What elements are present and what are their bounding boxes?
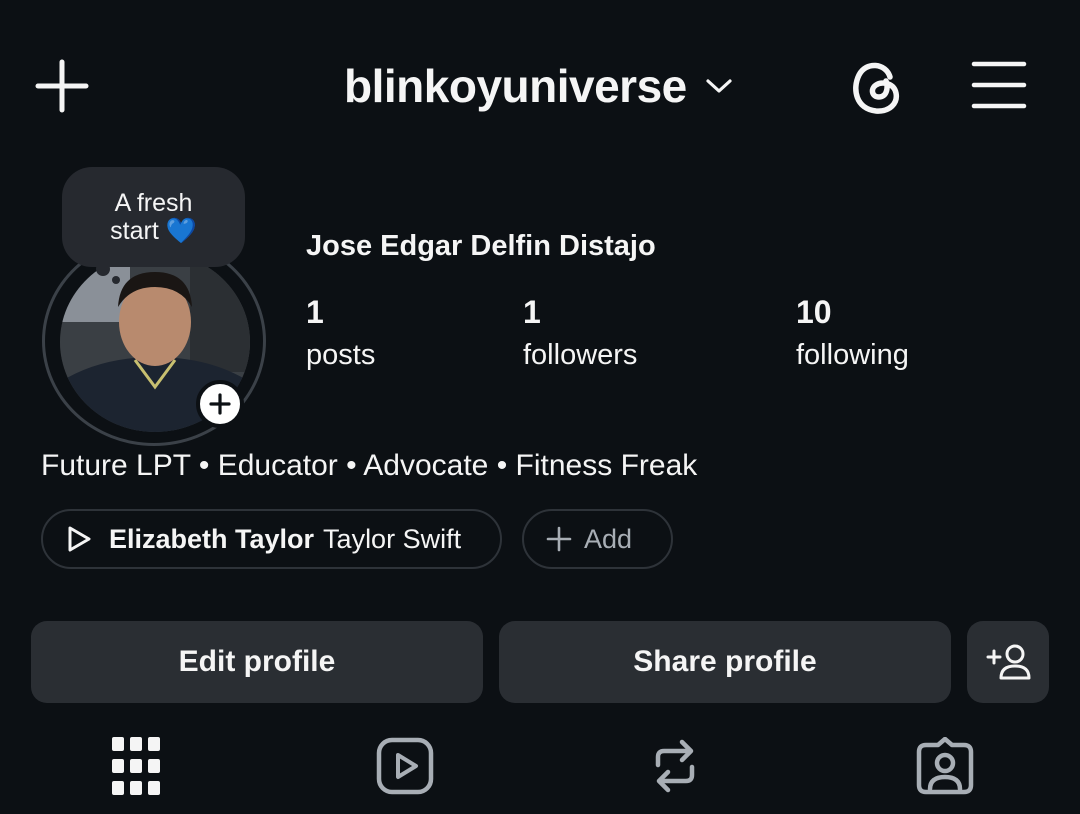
add-person-icon [986,644,1031,680]
posts-label: posts [306,339,376,371]
profile-note[interactable]: A fresh start 💙 [62,167,245,267]
username: blinkoyuniverse [344,60,687,112]
play-icon [68,526,91,552]
posts-count: 1 [306,294,324,330]
account-switcher[interactable]: blinkoyuniverse [344,58,733,114]
chevron-down-icon [706,79,732,93]
music-title: Elizabeth Taylor [109,523,315,554]
note-text: A fresh start 💙 [89,189,219,245]
edit-profile-button[interactable]: Edit profile [31,621,483,703]
full-name: Jose Edgar Delfin Distajo [306,230,656,262]
hamburger-menu-icon [971,61,1027,109]
tab-reels[interactable] [373,734,437,798]
share-profile-button[interactable]: Share profile [499,621,951,703]
music-artist: Taylor Swift [323,523,462,554]
reels-icon [376,737,434,795]
tab-tagged[interactable] [913,734,977,798]
menu-button[interactable] [970,58,1028,112]
threads-button[interactable] [846,55,906,117]
discover-people-button[interactable] [967,621,1049,703]
posts-stat[interactable]: 1 posts [306,292,375,375]
heart-emoji: 💙 [165,217,197,245]
plus-icon [546,526,572,552]
bio: Future LPT • Educator • Advocate • Fitne… [41,449,698,482]
threads-icon [853,62,900,114]
following-label: following [796,339,909,371]
tagged-icon [916,737,974,795]
note-tail-dot [112,276,120,284]
plus-icon [209,393,231,415]
following-count: 10 [796,294,832,330]
tab-reposts[interactable] [643,734,707,798]
new-post-button[interactable] [34,58,90,114]
followers-stat[interactable]: 1 followers [523,292,637,375]
followers-count: 1 [523,294,541,330]
profile-music-pill[interactable]: Elizabeth Taylor Taylor Swift [41,509,502,569]
following-stat[interactable]: 10 following [796,292,909,375]
tab-posts-grid[interactable] [104,734,168,798]
grid-icon [112,737,160,795]
add-story-button[interactable] [196,380,244,428]
followers-label: followers [523,339,638,371]
repost-icon [655,739,695,793]
plus-icon [35,59,89,113]
add-label: Add [584,523,633,554]
add-link-button[interactable]: Add [522,509,673,569]
